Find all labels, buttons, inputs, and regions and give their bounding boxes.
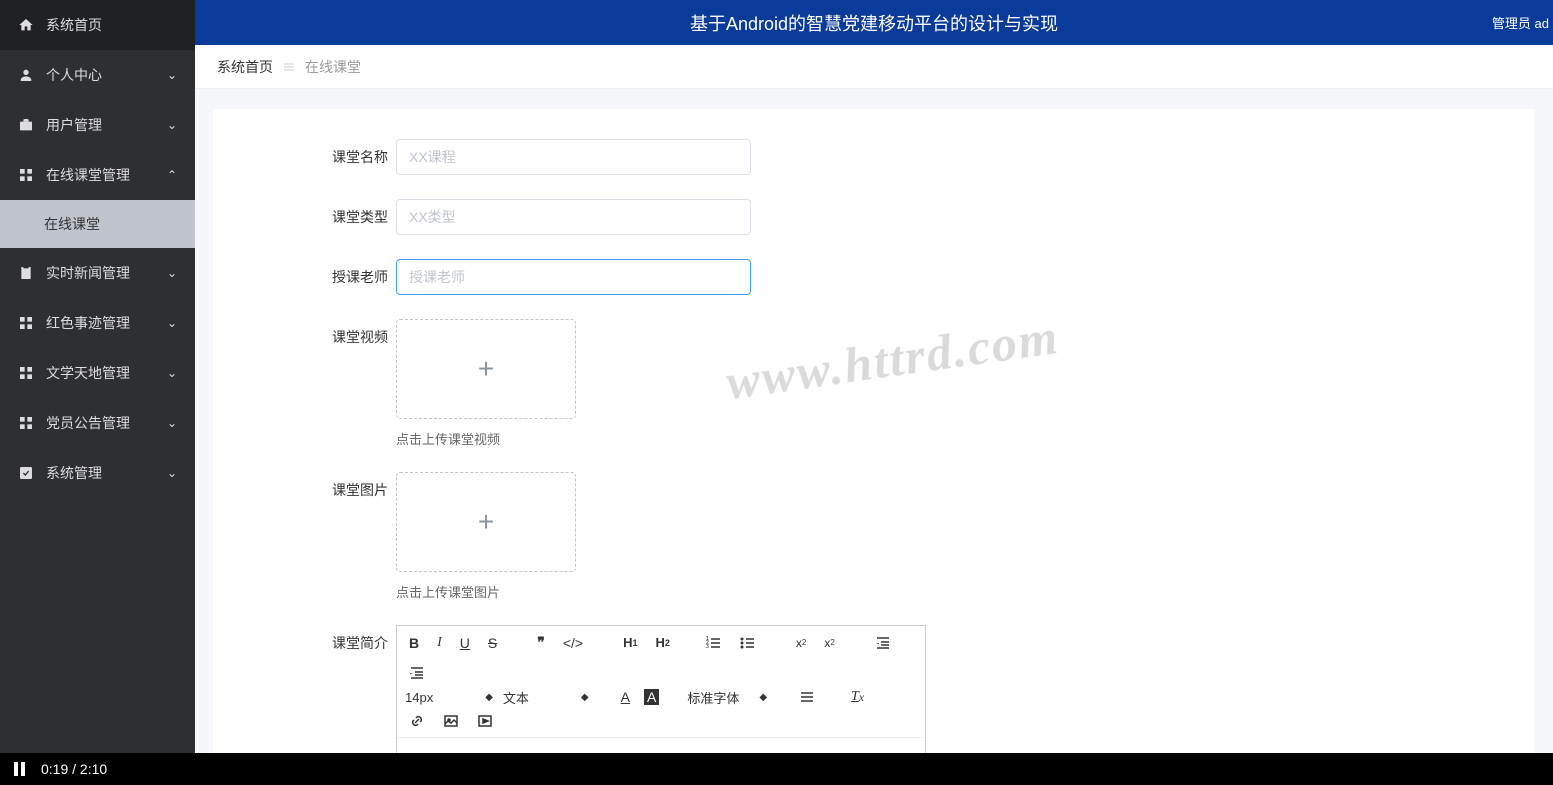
input-class-type[interactable] bbox=[396, 199, 751, 235]
breadcrumb-current: 在线课堂 bbox=[305, 57, 361, 77]
grid-icon bbox=[18, 415, 34, 431]
underline-button[interactable]: U bbox=[456, 633, 474, 653]
italic-button[interactable]: I bbox=[433, 633, 446, 653]
sidebar-item-classroom[interactable]: 在线课堂管理 ⌃ bbox=[0, 150, 195, 200]
pause-button[interactable] bbox=[14, 762, 25, 776]
label-image: 课堂图片 bbox=[313, 472, 388, 500]
user-info[interactable]: 管理员 ad bbox=[1492, 13, 1553, 32]
h1-button[interactable]: H1 bbox=[619, 633, 641, 652]
clipboard-icon bbox=[18, 265, 34, 281]
strikethrough-button[interactable]: S bbox=[484, 633, 501, 653]
subscript-button[interactable]: x2 bbox=[792, 634, 810, 652]
check-icon bbox=[18, 465, 34, 481]
chevron-up-icon: ⌃ bbox=[167, 168, 177, 182]
sidebar-item-label: 系统首页 bbox=[46, 15, 102, 35]
home-icon bbox=[18, 17, 34, 33]
link-button[interactable] bbox=[405, 711, 429, 731]
svg-text:3: 3 bbox=[706, 644, 709, 650]
sidebar-item-profile[interactable]: 个人中心 ⌄ bbox=[0, 50, 195, 100]
label-intro: 课堂简介 bbox=[313, 625, 388, 653]
font-size-select[interactable]: 14px◆ bbox=[405, 690, 493, 705]
video-time: 0:19 / 2:10 bbox=[41, 761, 107, 777]
label-type: 课堂类型 bbox=[313, 199, 388, 227]
highlight-button[interactable]: A bbox=[644, 689, 659, 705]
plus-icon: + bbox=[478, 506, 494, 538]
form-row-name: 课堂名称 bbox=[313, 139, 1435, 175]
chevron-down-icon: ⌄ bbox=[167, 266, 177, 280]
video-control-bar: 0:19 / 2:10 bbox=[0, 753, 1553, 785]
content: 课堂名称 课堂类型 授课老师 bbox=[195, 89, 1553, 785]
clear-format-button[interactable]: Tx bbox=[847, 687, 868, 707]
chevron-down-icon: ⌄ bbox=[167, 68, 177, 82]
sidebar: 系统首页 个人中心 ⌄ 用户管理 ⌄ 在线课堂管理 ⌃ 在线课堂 实时新闻管理 … bbox=[0, 0, 195, 785]
quote-button[interactable]: ❞ bbox=[533, 632, 549, 653]
sidebar-item-label: 个人中心 bbox=[46, 65, 102, 85]
sidebar-item-label: 党员公告管理 bbox=[46, 413, 130, 433]
sidebar-item-label: 系统管理 bbox=[46, 463, 102, 483]
grid-icon bbox=[18, 167, 34, 183]
sidebar-item-label: 用户管理 bbox=[46, 115, 102, 135]
ordered-list-button[interactable]: 123 bbox=[702, 633, 726, 653]
sidebar-item-label: 红色事迹管理 bbox=[46, 313, 130, 333]
form-row-image: 课堂图片 + 点击上传课堂图片 bbox=[313, 472, 1435, 601]
briefcase-icon bbox=[18, 117, 34, 133]
upload-video-hint: 点击上传课堂视频 bbox=[396, 429, 576, 448]
form-row-type: 课堂类型 bbox=[313, 199, 1435, 235]
chevron-down-icon: ⌄ bbox=[167, 316, 177, 330]
sidebar-item-users[interactable]: 用户管理 ⌄ bbox=[0, 100, 195, 150]
code-button[interactable]: </> bbox=[559, 633, 587, 653]
align-button[interactable] bbox=[795, 687, 819, 707]
form-row-teacher: 授课老师 bbox=[313, 259, 1435, 295]
chevron-down-icon: ⌄ bbox=[167, 366, 177, 380]
label-name: 课堂名称 bbox=[313, 139, 388, 167]
user-icon bbox=[18, 67, 34, 83]
superscript-button[interactable]: x2 bbox=[820, 634, 838, 652]
editor-toolbar: B I U S ❞ </> H1 H2 bbox=[397, 626, 925, 738]
sidebar-item-home[interactable]: 系统首页 bbox=[0, 0, 195, 50]
h2-button[interactable]: H2 bbox=[651, 633, 673, 652]
chevron-down-icon: ⌄ bbox=[167, 118, 177, 132]
input-class-name[interactable] bbox=[396, 139, 751, 175]
text-type-select[interactable]: 文本◆ bbox=[503, 688, 589, 707]
label-teacher: 授课老师 bbox=[313, 259, 388, 287]
sidebar-item-label: 实时新闻管理 bbox=[46, 263, 130, 283]
text-color-button[interactable]: A bbox=[617, 687, 634, 707]
font-family-select[interactable]: 标准字体◆ bbox=[687, 688, 767, 707]
input-teacher[interactable] bbox=[396, 259, 751, 295]
sidebar-item-announcements[interactable]: 党员公告管理 ⌄ bbox=[0, 398, 195, 448]
sidebar-item-system[interactable]: 系统管理 ⌄ bbox=[0, 448, 195, 498]
label-video: 课堂视频 bbox=[313, 319, 388, 347]
chevron-down-icon: ⌄ bbox=[167, 466, 177, 480]
sidebar-item-news[interactable]: 实时新闻管理 ⌄ bbox=[0, 248, 195, 298]
sidebar-item-label: 文学天地管理 bbox=[46, 363, 130, 383]
sidebar-item-literature[interactable]: 文学天地管理 ⌄ bbox=[0, 348, 195, 398]
page-title: 基于Android的智慧党建移动平台的设计与实现 bbox=[690, 10, 1058, 36]
sidebar-subitem-label: 在线课堂 bbox=[44, 214, 100, 234]
upload-image-hint: 点击上传课堂图片 bbox=[396, 582, 576, 601]
form-card: 课堂名称 课堂类型 授课老师 bbox=[213, 109, 1535, 785]
top-banner: 基于Android的智慧党建移动平台的设计与实现 管理员 ad bbox=[195, 0, 1553, 45]
sidebar-item-red-stories[interactable]: 红色事迹管理 ⌄ bbox=[0, 298, 195, 348]
bold-button[interactable]: B bbox=[405, 633, 423, 653]
sidebar-item-label: 在线课堂管理 bbox=[46, 165, 130, 185]
main-area: 基于Android的智慧党建移动平台的设计与实现 管理员 ad 系统首页 在线课… bbox=[195, 0, 1553, 785]
sidebar-subitem-online-class[interactable]: 在线课堂 bbox=[0, 200, 195, 248]
unordered-list-button[interactable] bbox=[736, 633, 760, 653]
upload-image-box[interactable]: + bbox=[396, 472, 576, 572]
plus-icon: + bbox=[478, 353, 494, 385]
upload-video-box[interactable]: + bbox=[396, 319, 576, 419]
video-button[interactable] bbox=[473, 711, 497, 731]
breadcrumb-separator-icon bbox=[281, 59, 297, 75]
breadcrumb: 系统首页 在线课堂 bbox=[195, 45, 1553, 89]
grid-icon bbox=[18, 315, 34, 331]
indent-decrease-button[interactable] bbox=[871, 633, 895, 653]
breadcrumb-home[interactable]: 系统首页 bbox=[217, 57, 273, 77]
image-button[interactable] bbox=[439, 711, 463, 731]
chevron-down-icon: ⌄ bbox=[167, 416, 177, 430]
indent-increase-button[interactable] bbox=[405, 663, 429, 683]
form-row-video: 课堂视频 + 点击上传课堂视频 bbox=[313, 319, 1435, 448]
grid-icon bbox=[18, 365, 34, 381]
